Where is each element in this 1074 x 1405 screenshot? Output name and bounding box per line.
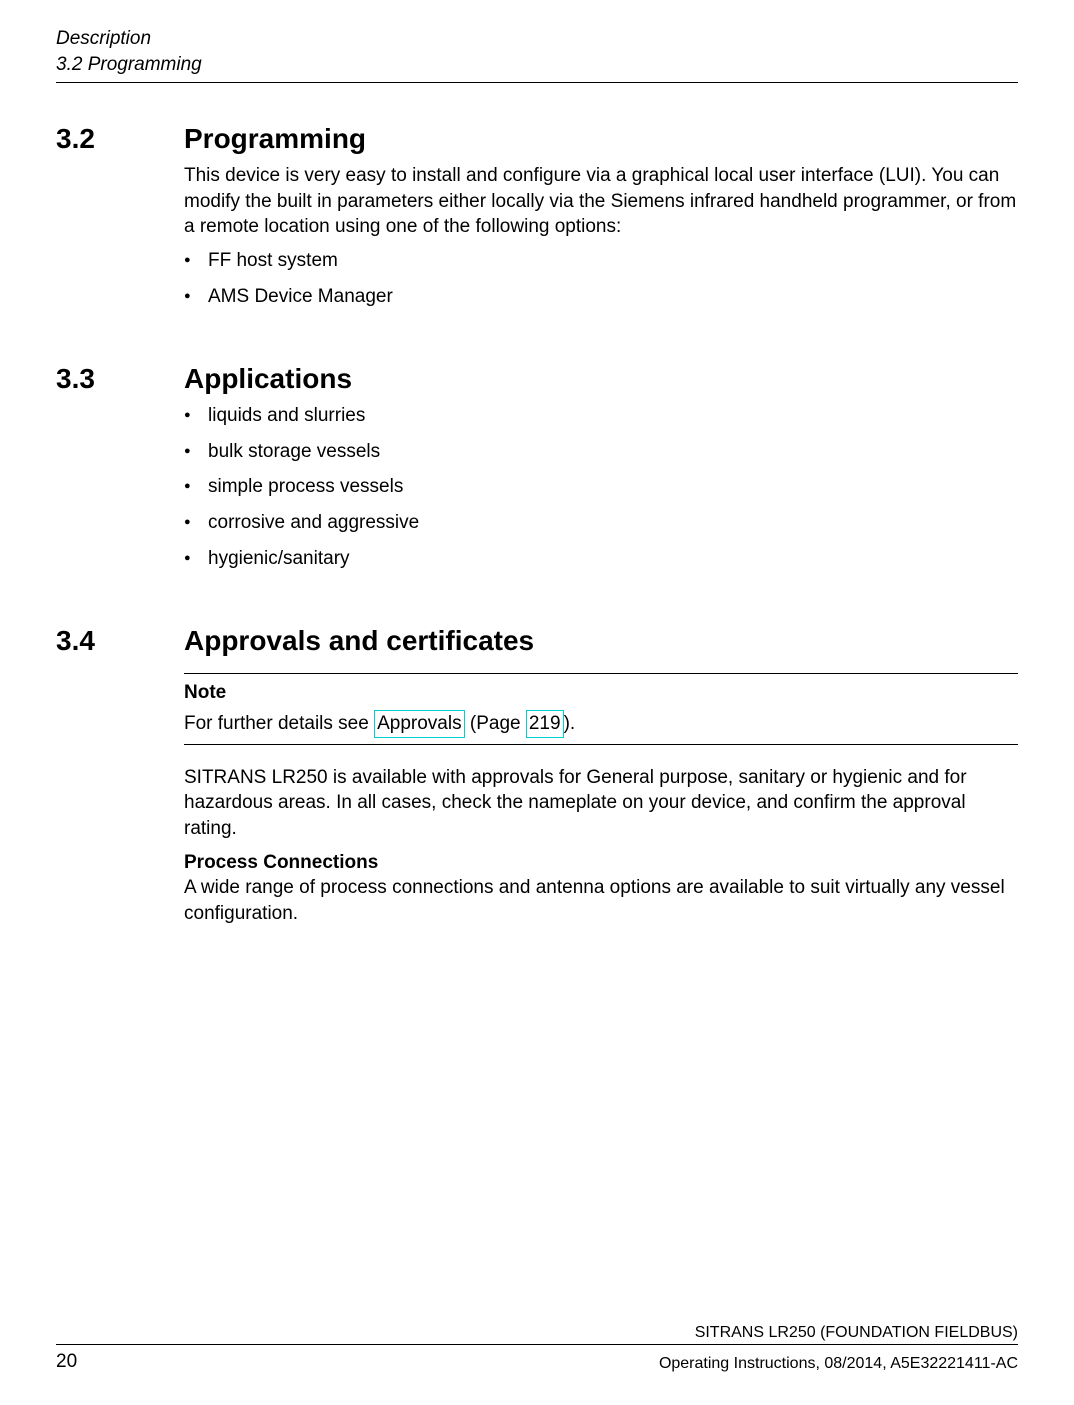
header-rule xyxy=(56,82,1018,83)
page-link[interactable]: 219 xyxy=(526,710,564,738)
header-chapter: Description xyxy=(56,28,1018,50)
list-item: FF host system xyxy=(184,248,1018,274)
list-item: AMS Device Manager xyxy=(184,284,1018,310)
section-title: Programming xyxy=(184,123,366,155)
note-prefix: For further details see xyxy=(184,713,374,734)
approvals-link[interactable]: Approvals xyxy=(374,710,465,738)
section-3-4-content: Note For further details see Approvals (… xyxy=(184,673,1018,926)
section-title: Applications xyxy=(184,363,352,395)
section-3-3-content: liquids and slurries bulk storage vessel… xyxy=(184,403,1018,571)
body-paragraph: SITRANS LR250 is available with approval… xyxy=(184,765,1018,842)
section-number: 3.3 xyxy=(56,363,184,395)
subheading-process-connections: Process Connections xyxy=(184,850,1018,876)
intro-paragraph: This device is very easy to install and … xyxy=(184,163,1018,240)
list-item: hygienic/sanitary xyxy=(184,546,1018,572)
section-number: 3.2 xyxy=(56,123,184,155)
note-mid: (Page xyxy=(465,713,526,734)
list-item: corrosive and aggressive xyxy=(184,510,1018,536)
section-number: 3.4 xyxy=(56,625,184,657)
section-heading-3-3: 3.3 Applications xyxy=(56,363,1018,395)
bullet-list: liquids and slurries bulk storage vessel… xyxy=(184,403,1018,571)
note-box: Note For further details see Approvals (… xyxy=(184,673,1018,744)
header-section-ref: 3.2 Programming xyxy=(56,54,1018,76)
list-item: simple process vessels xyxy=(184,474,1018,500)
note-rule-top xyxy=(184,673,1018,674)
note-text: For further details see Approvals (Page … xyxy=(184,710,1018,738)
note-rule-bottom xyxy=(184,744,1018,745)
page-number: 20 xyxy=(56,1351,77,1373)
section-title: Approvals and certificates xyxy=(184,625,534,657)
footer-product: SITRANS LR250 (FOUNDATION FIELDBUS) xyxy=(56,1324,1018,1342)
list-item: bulk storage vessels xyxy=(184,439,1018,465)
section-heading-3-4: 3.4 Approvals and certificates xyxy=(56,625,1018,657)
bullet-list: FF host system AMS Device Manager xyxy=(184,248,1018,309)
footer-docinfo: Operating Instructions, 08/2014, A5E3222… xyxy=(659,1355,1018,1373)
note-suffix: ). xyxy=(564,713,576,734)
page-footer: SITRANS LR250 (FOUNDATION FIELDBUS) 20 O… xyxy=(56,1324,1018,1373)
section-heading-3-2: 3.2 Programming xyxy=(56,123,1018,155)
body-paragraph: A wide range of process connections and … xyxy=(184,875,1018,926)
footer-rule xyxy=(56,1344,1018,1345)
list-item: liquids and slurries xyxy=(184,403,1018,429)
note-label: Note xyxy=(184,680,1018,706)
section-3-2-content: This device is very easy to install and … xyxy=(184,163,1018,309)
